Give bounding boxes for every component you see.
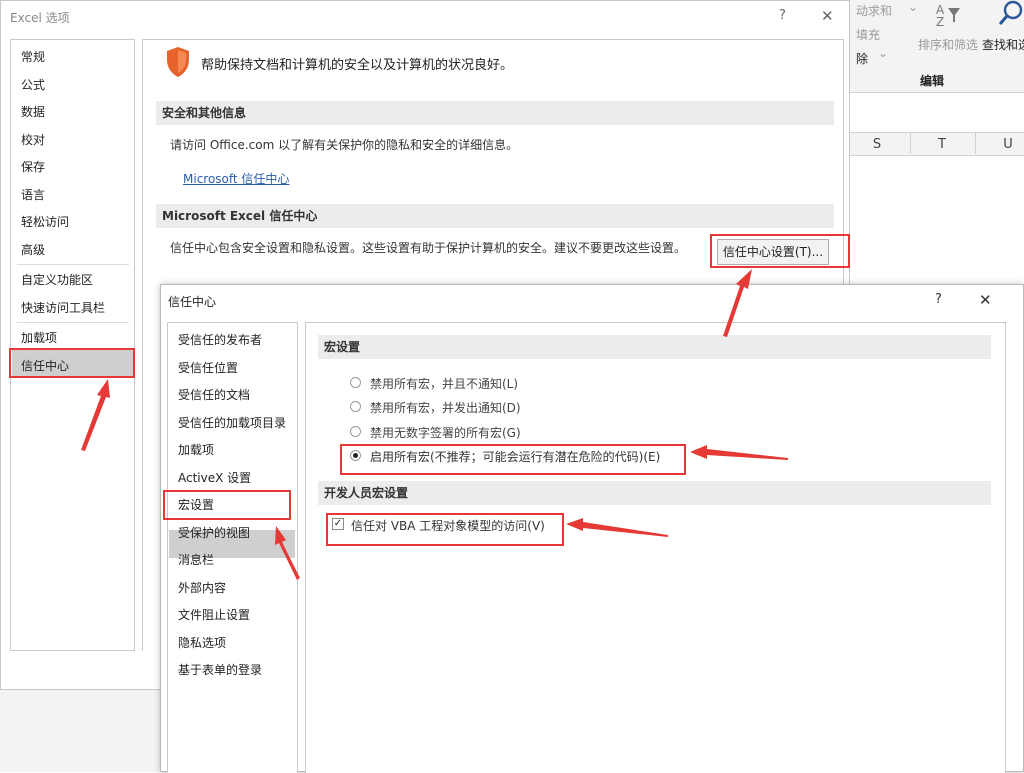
sidebar-item-trusted-addin-catalogs[interactable]: 受信任的加载项目录 — [178, 414, 286, 431]
sort-filter-icon[interactable]: AZ — [934, 2, 964, 29]
sidebar-item-external-content[interactable]: 外部内容 — [178, 579, 226, 596]
clear-label[interactable]: 除 — [856, 50, 868, 67]
option-label: 禁用所有宏，并且不通知(L) — [370, 377, 519, 391]
ribbon-editing-group: 动求和 ⌄ 填充 除 ⌄ AZ 排序和筛选 查找和选 编辑 — [850, 0, 1024, 92]
sidebar-item-formulas[interactable]: 公式 — [21, 76, 45, 93]
sidebar-item-advanced[interactable]: 高级 — [21, 241, 45, 258]
sidebar-divider — [17, 322, 129, 323]
sheet-bottom-strip — [0, 690, 160, 772]
chevron-down-icon: ⌄ — [908, 0, 919, 14]
trust-center-dialog: 信任中心 ? ✕ 受信任的发布者 受信任位置 受信任的文档 受信任的加载项目录 … — [160, 284, 1024, 773]
sidebar-item-message-bar[interactable]: 消息栏 — [178, 551, 214, 568]
close-button[interactable]: ✕ — [821, 7, 834, 25]
radio-disable-all-no-notify[interactable] — [350, 377, 361, 388]
help-button[interactable]: ? — [935, 292, 942, 307]
sidebar-item-protected-view[interactable]: 受保护的视图 — [178, 524, 250, 541]
search-icon[interactable] — [998, 0, 1024, 30]
trust-center-description: 信任中心包含安全设置和隐私设置。这些设置有助于保护计算机的安全。建议不要更改这些… — [170, 241, 687, 255]
find-select-label[interactable]: 查找和选 — [982, 36, 1024, 53]
autosum-label[interactable]: 动求和 — [856, 2, 892, 19]
radio-disable-all-notify[interactable] — [350, 401, 361, 412]
chevron-down-icon: ⌄ — [878, 46, 889, 60]
fill-label[interactable]: 填充 — [856, 26, 880, 43]
sidebar-item-accessibility[interactable]: 轻松访问 — [21, 213, 69, 230]
column-header-u[interactable]: U — [976, 137, 1024, 152]
sidebar-item-privacy-options[interactable]: 隐私选项 — [178, 634, 226, 651]
section-security-info: 安全和其他信息 — [156, 101, 834, 125]
svg-text:Z: Z — [936, 15, 944, 28]
sidebar-item-trusted-locations[interactable]: 受信任位置 — [178, 359, 238, 376]
annotation-box-enable-all-macros — [340, 444, 686, 475]
trust-center-sidebar: 受信任的发布者 受信任位置 受信任的文档 受信任的加载项目录 加载项 Activ… — [167, 322, 298, 773]
section-macro-settings: 宏设置 — [318, 335, 991, 359]
options-sidebar: 常规 公式 数据 校对 保存 语言 轻松访问 高级 自定义功能区 快速访问工具栏… — [10, 39, 135, 651]
radio-disable-unsigned[interactable] — [350, 426, 361, 437]
sidebar-item-quick-access-toolbar[interactable]: 快速访问工具栏 — [21, 299, 105, 316]
dialog-title: 信任中心 — [168, 295, 217, 309]
sidebar-item-form-based-signin[interactable]: 基于表单的登录 — [178, 661, 262, 678]
annotation-box-trust-center-nav — [9, 348, 135, 378]
group-label-editing: 编辑 — [920, 74, 945, 88]
sort-filter-label[interactable]: 排序和筛选 — [918, 36, 978, 53]
sidebar-item-save[interactable]: 保存 — [21, 158, 45, 175]
sidebar-item-addins[interactable]: 加载项 — [21, 329, 57, 346]
sidebar-item-activex-settings[interactable]: ActiveX 设置 — [178, 469, 251, 486]
sidebar-item-general[interactable]: 常规 — [21, 48, 45, 65]
sidebar-item-proofing[interactable]: 校对 — [21, 131, 45, 148]
help-button[interactable]: ? — [779, 8, 786, 23]
close-button[interactable]: ✕ — [979, 291, 992, 309]
section-excel-trust-center: Microsoft Excel 信任中心 — [156, 204, 834, 228]
sidebar-item-trusted-publishers[interactable]: 受信任的发布者 — [178, 331, 262, 348]
trust-center-main-panel: 宏设置 禁用所有宏，并且不通知(L) 禁用所有宏，并发出通知(D) 禁用无数字签… — [305, 322, 1006, 773]
shield-icon — [165, 46, 191, 78]
sidebar-item-language[interactable]: 语言 — [21, 186, 45, 203]
sidebar-item-file-block-settings[interactable]: 文件阻止设置 — [178, 606, 250, 623]
annotation-box-settings-button — [710, 234, 850, 268]
trust-header-text: 帮助保持文档和计算机的安全以及计算机的状况良好。 — [201, 58, 514, 73]
column-header-t[interactable]: T — [910, 137, 974, 152]
column-header-s[interactable]: S — [845, 137, 909, 152]
dialog-title: Excel 选项 — [10, 11, 70, 25]
sidebar-divider — [17, 264, 129, 265]
annotation-box-macro-settings-nav — [163, 490, 291, 520]
sidebar-item-data[interactable]: 数据 — [21, 103, 45, 120]
security-info-text: 请访问 Office.com 以了解有关保护你的隐私和安全的详细信息。 — [170, 138, 519, 152]
option-label: 禁用无数字签署的所有宏(G) — [370, 426, 521, 440]
sidebar-item-customize-ribbon[interactable]: 自定义功能区 — [21, 271, 93, 288]
annotation-box-vba-access — [326, 513, 564, 546]
section-developer-macro-settings: 开发人员宏设置 — [318, 481, 991, 505]
option-label: 禁用所有宏，并发出通知(D) — [370, 401, 521, 415]
sidebar-item-trusted-documents[interactable]: 受信任的文档 — [178, 386, 250, 403]
sidebar-item-addins[interactable]: 加载项 — [178, 441, 214, 458]
microsoft-trust-center-link[interactable]: Microsoft 信任中心 — [183, 170, 289, 187]
